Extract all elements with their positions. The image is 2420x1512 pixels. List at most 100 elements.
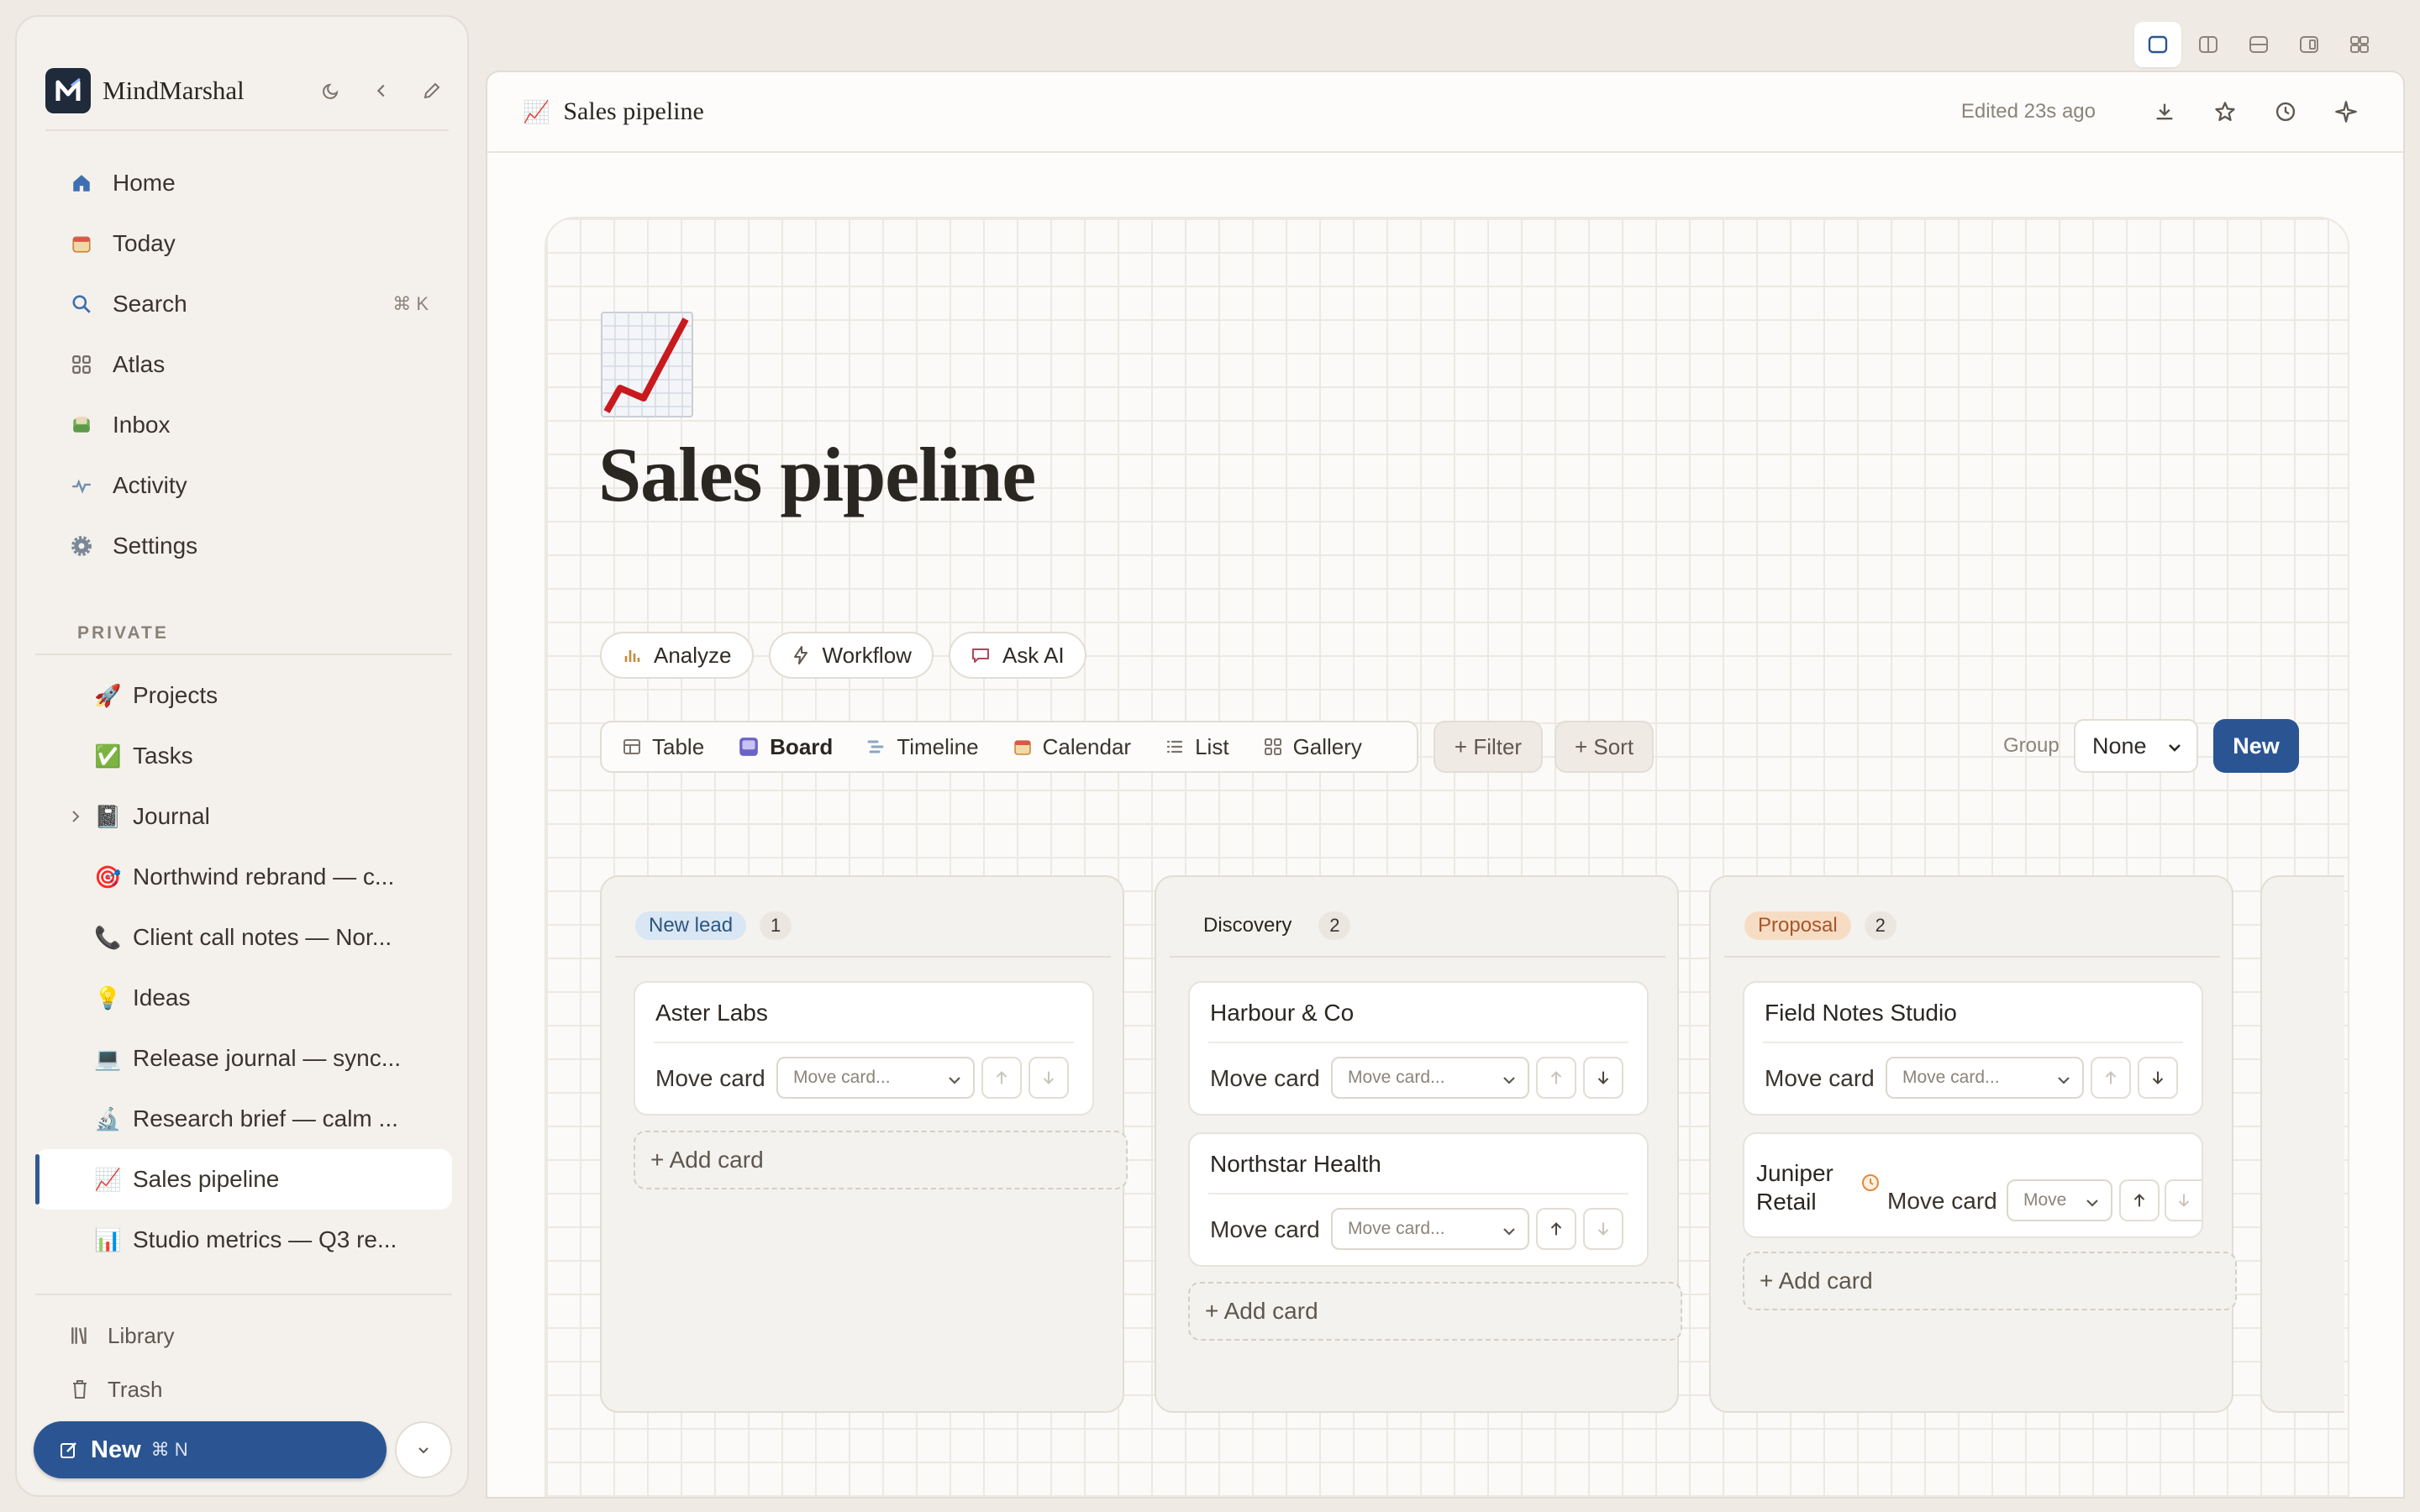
list-icon [1165, 737, 1185, 757]
sidebar-item-atlas[interactable]: Atlas [35, 334, 452, 395]
move-up-button[interactable] [2091, 1057, 2131, 1099]
new-record-button[interactable]: New [2213, 719, 2299, 773]
tab-calendar[interactable]: Calendar [1013, 734, 1131, 760]
move-up-button[interactable] [2119, 1179, 2160, 1221]
card-title[interactable]: Field Notes Studio [1765, 1000, 1957, 1026]
page-item-ideas[interactable]: 💡 Ideas [35, 968, 469, 1028]
move-card-select[interactable]: Move card... [1331, 1057, 1529, 1099]
download-icon[interactable] [2148, 95, 2181, 129]
card-title[interactable]: Northstar Health [1210, 1151, 1381, 1178]
add-card-button[interactable]: + Add card [634, 1131, 1128, 1189]
layout-sidepanel-button[interactable] [2286, 22, 2333, 67]
home-icon [69, 171, 94, 196]
breadcrumb-title[interactable]: Sales pipeline [563, 97, 703, 126]
page-item-projects[interactable]: 🚀 Projects [35, 665, 469, 726]
sidebar-item-search[interactable]: Search ⌘ K [35, 274, 452, 334]
tab-timeline[interactable]: Timeline [866, 734, 979, 760]
sidebar-item-inbox[interactable]: Inbox [35, 395, 452, 455]
tab-label: Gallery [1292, 733, 1362, 759]
board-column-partial [2260, 875, 2344, 1413]
ask-ai-button[interactable]: Ask AI [948, 632, 1086, 679]
page-item-label: Release journal — sync... [133, 1045, 402, 1071]
page-item-release-journal[interactable]: 💻 Release journal — sync... [35, 1028, 469, 1089]
new-page-button[interactable]: New ⌘ N [34, 1421, 387, 1478]
page-title[interactable]: Sales pipeline [598, 430, 1036, 519]
moon-icon[interactable] [316, 76, 346, 106]
chart-up-icon: 📈 [94, 1166, 122, 1192]
page-item-label: Journal [133, 803, 210, 829]
move-down-button[interactable] [1028, 1057, 1069, 1099]
new-options-dropdown[interactable] [395, 1421, 452, 1478]
move-card-select[interactable]: Move [2007, 1179, 2112, 1221]
sidebar-item-settings[interactable]: Settings [35, 516, 452, 576]
move-card-select[interactable]: Move card... [1886, 1057, 2084, 1099]
sidebar-item-home[interactable]: Home [35, 153, 452, 213]
tab-list[interactable]: List [1165, 734, 1229, 760]
move-down-button[interactable] [2138, 1057, 2178, 1099]
move-card-select[interactable]: Move card... [1331, 1208, 1529, 1250]
bar-chart-icon [622, 645, 642, 665]
layout-split-vertical-button[interactable] [2185, 22, 2232, 67]
collapse-sidebar-icon[interactable] [366, 76, 397, 106]
app-logo[interactable] [45, 68, 91, 113]
divider [35, 1294, 452, 1295]
layout-split-horizontal-button[interactable] [2235, 22, 2282, 67]
trash-link[interactable]: Trash [67, 1362, 174, 1416]
tab-table[interactable]: Table [622, 734, 704, 760]
star-icon[interactable] [2208, 95, 2242, 129]
page-item-northwind-rebrand[interactable]: 🎯 Northwind rebrand — c... [35, 847, 469, 907]
board-card[interactable]: Aster Labs Move card Move card... [634, 981, 1094, 1116]
column-status-tag[interactable]: New lead [635, 911, 747, 940]
library-link[interactable]: Library [67, 1309, 174, 1362]
page-item-studio-metrics[interactable]: 📊 Studio metrics — Q3 re... [35, 1210, 469, 1270]
column-status-tag[interactable]: Proposal [1744, 911, 1851, 940]
page-item-sales-pipeline[interactable]: 📈 Sales pipeline [35, 1149, 452, 1210]
move-card-placeholder: Move card... [1348, 1219, 1445, 1238]
board-card[interactable]: Field Notes Studio Move card Move card..… [1743, 981, 2203, 1116]
move-card-label: Move card [1887, 1188, 1997, 1214]
card-title[interactable]: Harbour & Co [1210, 1000, 1354, 1026]
filter-button[interactable]: + Filter [1434, 721, 1543, 773]
layout-single-button[interactable] [2134, 22, 2181, 67]
sort-button[interactable]: + Sort [1555, 721, 1654, 773]
move-down-button[interactable] [1583, 1208, 1623, 1250]
analyze-button[interactable]: Analyze [600, 632, 754, 679]
add-card-button[interactable]: + Add card [1743, 1252, 2237, 1310]
tab-label: Board [770, 733, 834, 759]
move-card-select[interactable]: Move card... [776, 1057, 975, 1099]
tab-gallery[interactable]: Gallery [1263, 734, 1362, 760]
move-card-placeholder: Move card... [1348, 1068, 1445, 1087]
history-icon[interactable] [2269, 95, 2302, 129]
card-title[interactable]: Juniper Retail [1756, 1159, 1857, 1216]
board-card[interactable]: Northstar Health Move card Move card... [1188, 1132, 1649, 1267]
sidebar-item-label: Inbox [113, 412, 171, 438]
sparkle-icon[interactable] [2329, 95, 2363, 129]
page-item-research-brief[interactable]: 🔬 Research brief — calm ... [35, 1089, 469, 1149]
library-label: Library [108, 1322, 175, 1348]
chevron-right-icon[interactable] [67, 808, 84, 825]
page-item-client-call-notes[interactable]: 📞 Client call notes — Nor... [35, 907, 469, 968]
group-select[interactable]: None [2074, 719, 2198, 773]
sidebar-item-activity[interactable]: Activity [35, 455, 452, 516]
column-status-tag[interactable]: Discovery [1190, 911, 1305, 940]
pencil-icon[interactable] [417, 76, 447, 106]
column-header: Discovery 2 [1170, 895, 1665, 958]
page-item-journal[interactable]: 📓 Journal [35, 786, 469, 847]
move-up-button[interactable] [1536, 1208, 1576, 1250]
tab-board[interactable]: Board [738, 734, 833, 760]
workflow-button[interactable]: Workflow [768, 632, 934, 679]
add-card-button[interactable]: + Add card [1188, 1282, 1682, 1341]
card-title[interactable]: Aster Labs [655, 1000, 768, 1026]
layout-grid-button[interactable] [2336, 22, 2383, 67]
workflow-label: Workflow [822, 642, 912, 668]
move-up-button[interactable] [981, 1057, 1022, 1099]
move-down-button[interactable] [2165, 1179, 2202, 1221]
board-card[interactable]: Juniper Retail Move card Move [1743, 1132, 2203, 1238]
sidebar-item-today[interactable]: Today [35, 213, 452, 274]
board-icon [738, 736, 760, 758]
chart-up-page-icon[interactable] [600, 311, 694, 418]
board-card[interactable]: Harbour & Co Move card Move card... [1188, 981, 1649, 1116]
page-item-tasks[interactable]: ✅ Tasks [35, 726, 469, 786]
move-down-button[interactable] [1583, 1057, 1623, 1099]
move-up-button[interactable] [1536, 1057, 1576, 1099]
